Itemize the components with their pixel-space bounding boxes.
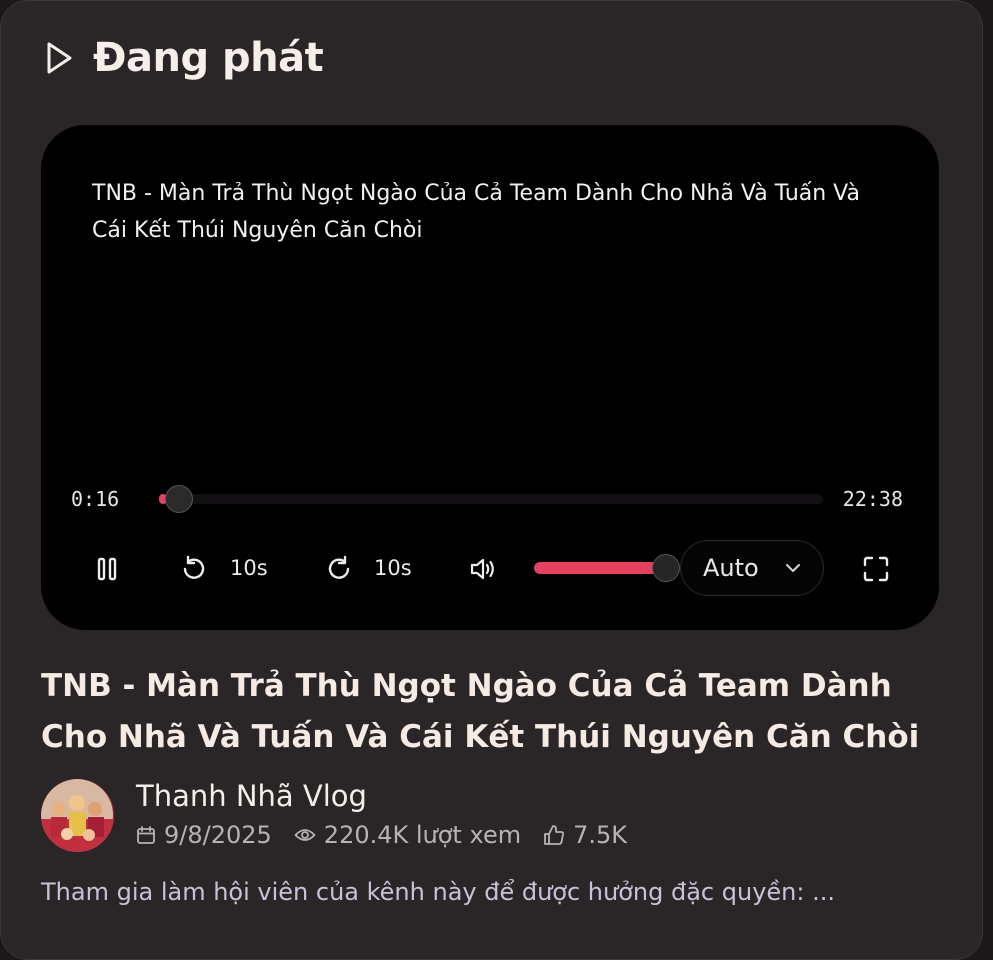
player-overlay-title: TNB - Màn Trả Thù Ngọt Ngào Của Cả Team …: [92, 181, 861, 243]
channel-name[interactable]: Thanh Nhã Vlog: [136, 779, 367, 813]
video-title: TNB - Màn Trả Thù Ngọt Ngào Của Cả Team …: [41, 668, 920, 755]
volume-button[interactable]: [466, 552, 500, 586]
total-time: 22:38: [842, 487, 903, 511]
skip-forward-label: 10s: [374, 556, 412, 580]
rotate-ccw-icon: [183, 555, 205, 579]
channel-avatar[interactable]: [41, 779, 114, 852]
calendar-icon: [137, 826, 155, 844]
video-meta: 9/8/2025 220.4K lượt xem 7.5K: [136, 821, 649, 849]
pause-button[interactable]: [91, 553, 123, 585]
quality-select[interactable]: Auto: [680, 540, 824, 596]
eye-icon: [294, 829, 316, 841]
volume-slider[interactable]: [534, 554, 680, 582]
video-description[interactable]: Tham gia làm hội viên của kênh này để đư…: [41, 878, 835, 906]
pause-icon: [97, 557, 117, 581]
volume-slider-fill: [534, 562, 666, 574]
quality-value: Auto: [703, 554, 759, 582]
skip-back-button[interactable]: [177, 552, 211, 586]
skip-forward-button[interactable]: [322, 552, 356, 586]
fullscreen-button[interactable]: [859, 552, 893, 586]
publish-date: 9/8/2025: [136, 821, 272, 849]
publish-date-text: 9/8/2025: [164, 821, 272, 849]
volume-icon: [470, 558, 494, 580]
page-title: Đang phát: [93, 35, 324, 81]
fullscreen-icon: [863, 556, 889, 582]
current-time: 0:16: [71, 487, 120, 511]
volume-slider-handle[interactable]: [652, 554, 680, 582]
play-outline-icon: [45, 38, 75, 78]
video-player[interactable]: TNB - Màn Trả Thù Ngọt Ngào Của Cả Team …: [41, 125, 939, 630]
chevron-down-icon: [785, 564, 800, 572]
thumbs-up-icon: [544, 825, 565, 845]
view-count-text: 220.4K lượt xem: [323, 821, 522, 849]
skip-back-label: 10s: [230, 556, 268, 580]
seek-bar[interactable]: [159, 485, 823, 513]
now-playing-header: Đang phát: [45, 35, 324, 81]
like-count-text: 7.5K: [573, 821, 627, 849]
view-count: 220.4K lượt xem: [294, 821, 521, 849]
rotate-cw-icon: [328, 555, 350, 579]
like-count[interactable]: 7.5K: [543, 821, 627, 849]
seek-bar-handle[interactable]: [164, 485, 193, 513]
now-playing-panel: Đang phát TNB - Màn Trả Thù Ngọt Ngào Củ…: [0, 0, 983, 960]
